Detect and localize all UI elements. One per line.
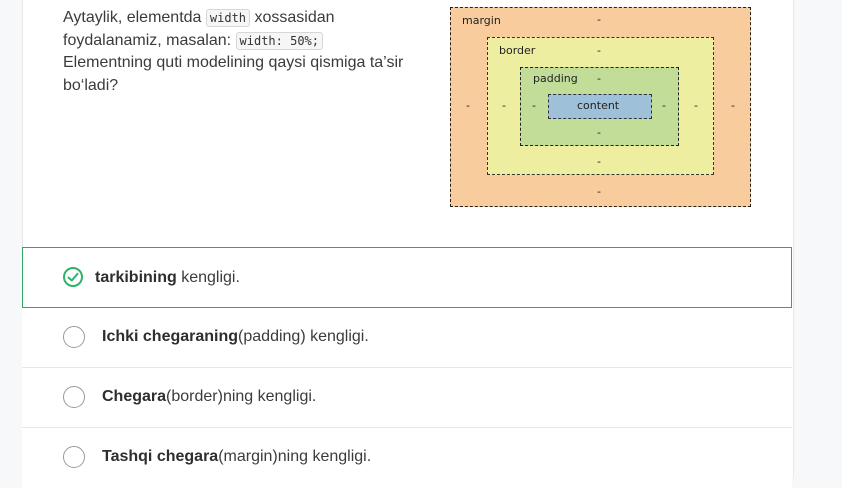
- border-left-value: -: [502, 99, 506, 112]
- box-model-diagram: margin border padding content - - - - - …: [450, 7, 751, 207]
- answer-option-1[interactable]: tarkibining kengligi.: [22, 247, 792, 308]
- content-label: content: [577, 99, 620, 112]
- question-text: Aytaylik, elementda width xossasidan foy…: [63, 7, 433, 97]
- radio-button[interactable]: [63, 446, 85, 468]
- option-text: tarkibining kengligi.: [95, 269, 240, 286]
- margin-right-value: -: [731, 99, 735, 112]
- radio-button[interactable]: [63, 386, 85, 408]
- border-right-value: -: [694, 99, 698, 112]
- code-width: width: [205, 9, 251, 27]
- padding-right-value: -: [662, 99, 666, 112]
- padding-bottom-value: -: [597, 126, 601, 139]
- question-line3: Elementning quti modelining qaysi qismig…: [63, 54, 404, 94]
- margin-label: margin: [462, 14, 501, 27]
- padding-left-value: -: [532, 99, 536, 112]
- answer-option-4[interactable]: Tashqi chegara(margin)ning kengligi.: [22, 428, 792, 488]
- question-line1-end: xossasidan: [250, 9, 335, 26]
- margin-top-value: -: [597, 13, 601, 26]
- answer-option-2[interactable]: Ichki chegaraning(padding) kengligi.: [22, 308, 792, 368]
- radio-button[interactable]: [63, 326, 85, 348]
- border-bottom-value: -: [597, 155, 601, 168]
- code-width-example: width: 50%;: [235, 31, 324, 50]
- padding-top-value: -: [597, 72, 601, 85]
- option-text: Chegara(border)ning kengligi.: [102, 388, 317, 405]
- margin-bottom-value: -: [597, 185, 601, 198]
- border-label: border: [499, 44, 536, 57]
- option-text: Ichki chegaraning(padding) kengligi.: [102, 328, 369, 345]
- answer-option-3[interactable]: Chegara(border)ning kengligi.: [22, 368, 792, 428]
- question-line2: foydalanamiz, masalan:: [63, 31, 236, 49]
- border-top-value: -: [597, 44, 601, 57]
- option-text: Tashqi chegara(margin)ning kengligi.: [102, 448, 372, 465]
- check-circle-icon: [63, 267, 83, 287]
- question-line1: Aytaylik, elementda: [63, 9, 206, 26]
- margin-left-value: -: [466, 99, 470, 112]
- padding-label: padding: [533, 72, 578, 85]
